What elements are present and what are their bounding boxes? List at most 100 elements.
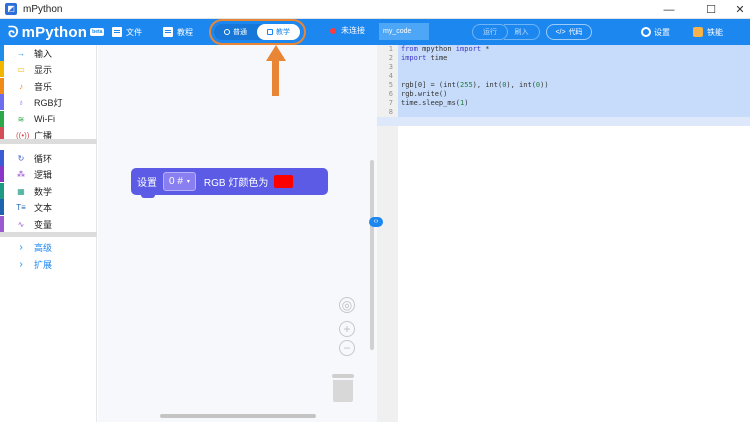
maximize-button[interactable]: ☐ [697, 0, 725, 19]
pointer-arrow-shaft [272, 60, 279, 96]
code-text: rgb.write() [401, 90, 447, 99]
run-label: 运行 [483, 29, 497, 36]
line-number: 5 [388, 81, 393, 89]
disconnected-dot-icon [330, 27, 336, 34]
sidebar-item-label: 音乐 [34, 81, 53, 92]
sidebar-item-label: 文本 [34, 202, 53, 213]
color-picker-field[interactable] [274, 175, 294, 188]
sidebar-item-wifi[interactable]: ≋ Wi-Fi [0, 111, 97, 127]
sidebar-item-loop[interactable]: ↻ 循环 [0, 150, 97, 166]
sidebar-item-label: Wi-Fi [34, 114, 55, 124]
code-keyword: from [401, 45, 418, 53]
line-number: 8 [388, 108, 393, 116]
sidebar-item-math[interactable]: ▦ 数学 [0, 183, 97, 199]
settings-button[interactable]: 设置 [641, 24, 670, 40]
sidebar-item-input[interactable]: → 输入 [0, 45, 97, 61]
code-token: time.sleep_ms( [401, 99, 461, 107]
workspace-vertical-scrollbar[interactable] [370, 160, 374, 350]
zoom-in-icon[interactable]: + [339, 321, 355, 337]
workspace-horizontal-scrollbar[interactable] [160, 414, 316, 418]
led-index-dropdown[interactable]: 0 # ▾ [163, 172, 196, 191]
category-color-bar [0, 239, 4, 255]
category-color-bar [0, 216, 4, 232]
code-keyword: import [455, 45, 482, 53]
blocks-workspace[interactable] [98, 45, 377, 422]
code-token: ), int( [506, 81, 536, 89]
code-token: rgb.write() [401, 90, 448, 98]
trash-icon[interactable] [332, 374, 354, 402]
math-icon: ▦ [17, 186, 25, 196]
sidebar-divider [0, 232, 97, 237]
mode-teaching-button[interactable]: 教学 [257, 24, 300, 40]
minimize-button[interactable]: — [655, 0, 683, 19]
code-editor[interactable]: 1 from mpython import * 2 import time 3 4 5 rgb… [377, 45, 750, 422]
sidebar-item-display[interactable]: ▭ 显示 [0, 61, 97, 77]
run-button[interactable]: 运行 [472, 24, 508, 40]
chevron-right-icon: › [19, 258, 23, 270]
set-rgb-color-block[interactable]: 设置 0 # ▾ RGB 灯颜色为 [131, 168, 328, 195]
sidebar-item-logic[interactable]: ⁂ 逻辑 [0, 166, 97, 182]
code-label: 代码 [568, 29, 583, 36]
code-text: import time [401, 54, 447, 63]
mode-normal-button[interactable]: 普通 [214, 24, 257, 40]
tutorial-button[interactable]: 教程 [163, 24, 193, 40]
sidebar-item-extensions[interactable]: › 扩展 [0, 256, 97, 272]
sidebar-item-label: 循环 [34, 153, 53, 164]
wifi-icon: ≋ [17, 114, 25, 124]
connection-status[interactable]: 未连接 [330, 25, 365, 36]
sidebar-item-variable[interactable]: ∿ 变量 [0, 216, 97, 232]
sidebar-item-music[interactable]: ♪ 音乐 [0, 78, 97, 94]
code-text: from mpython import * [401, 45, 490, 54]
recenter-icon[interactable]: ◎ [339, 297, 355, 313]
display-icon: ▭ [17, 64, 25, 74]
flash-button[interactable]: 刷入 [504, 24, 540, 40]
mpython-logo: ᘐ mPython beta [8, 22, 105, 42]
input-icon: → [17, 48, 25, 58]
block-category-sidebar: → 输入 ▭ 显示 ♪ 音乐 ♁ RGB灯 ≋ Wi-Fi ((•)) 广播 ↻ 循环 ⁂ 逻辑 ▦ 数学 T≡ 文本… [0, 45, 97, 422]
code-token: time [426, 54, 448, 62]
logo-badge: beta [90, 28, 105, 36]
line-number: 3 [388, 63, 393, 71]
book-icon [163, 27, 173, 37]
code-token: )) [540, 81, 549, 89]
zoom-out-icon[interactable]: − [339, 340, 355, 356]
loop-icon: ↻ [17, 153, 25, 163]
user-menu-button[interactable]: 铁能 [693, 24, 723, 40]
block-suffix-label: RGB 灯颜色为 [203, 178, 269, 189]
sidebar-item-label: 数学 [34, 186, 53, 197]
logo-icon: ᘐ [8, 23, 19, 41]
file-icon [112, 27, 122, 37]
sidebar-item-text[interactable]: T≡ 文本 [0, 199, 97, 215]
code-toggle-button[interactable]: </> 代码 [546, 24, 592, 40]
gear-icon [641, 27, 651, 37]
code-text: time.sleep_ms(1) [401, 99, 468, 108]
logic-icon: ⁂ [17, 169, 25, 179]
file-menu-button[interactable]: 文件 [112, 24, 142, 40]
sidebar-item-label: 高级 [34, 242, 53, 253]
code-line: 7 time.sleep_ms(1) [377, 99, 750, 108]
sidebar-item-advanced[interactable]: › 高级 [0, 239, 97, 255]
trash-lid [332, 374, 354, 378]
code-token: mpython [417, 45, 456, 53]
line-number: 6 [388, 90, 393, 98]
category-color-bar [0, 166, 4, 182]
code-token: ), int( [472, 81, 503, 89]
mode-normal-icon [224, 29, 230, 35]
chevron-right-icon: › [19, 241, 23, 253]
filename-field[interactable]: my_code [379, 23, 429, 40]
code-line: 3 [377, 63, 750, 72]
variable-icon: ∿ [17, 219, 25, 229]
code-text: rgb[0] = (int(255), int(0), int(0)) [401, 81, 549, 90]
sidebar-item-bulb[interactable]: ♁ RGB灯 [0, 94, 97, 110]
chevron-down-icon: ▾ [186, 179, 190, 185]
line-number: 4 [388, 72, 393, 80]
mode-normal-label: 普通 [233, 29, 247, 36]
close-button[interactable]: ✕ [726, 0, 750, 19]
mode-switch: 普通 教学 [214, 24, 300, 40]
panel-splitter-handle[interactable]: ‹› [369, 217, 383, 227]
logo-text: mPython [21, 23, 88, 41]
code-token: rgb[0] = (int( [401, 81, 461, 89]
category-color-bar [0, 45, 4, 61]
app-logo-icon: ◩ [5, 3, 17, 15]
category-color-bar [0, 94, 4, 110]
